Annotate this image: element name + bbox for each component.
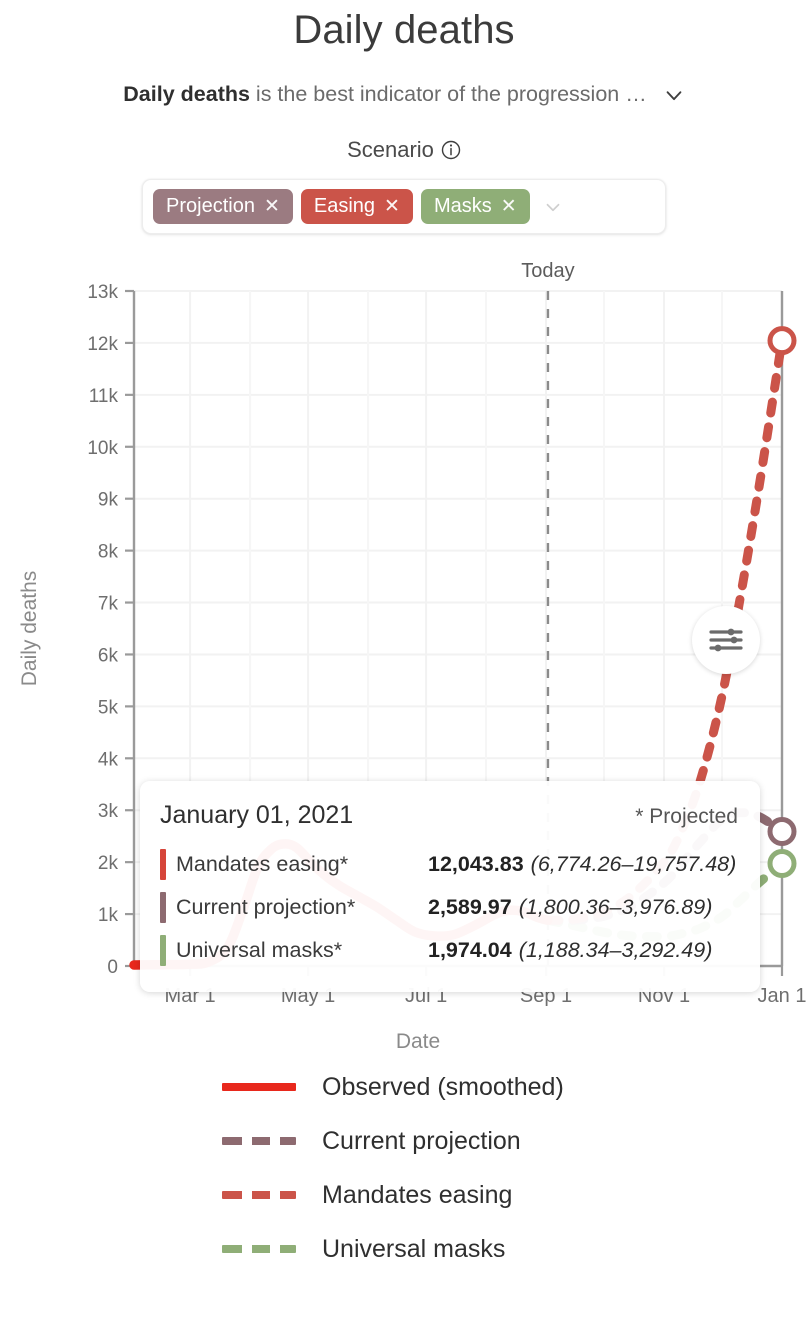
legend-key-observed	[222, 1083, 296, 1091]
svg-text:7k: 7k	[98, 594, 119, 615]
scenario-chip-group[interactable]: Projection ✕ Easing ✕ Masks ✕	[142, 179, 666, 234]
tooltip-series-value: 2,589.97	[428, 895, 512, 919]
svg-text:Daily deaths: Daily deaths	[18, 571, 41, 687]
tooltip-series-value: 1,974.04	[428, 938, 512, 962]
svg-text:6k: 6k	[98, 645, 119, 666]
legend-item-observed[interactable]: Observed (smoothed)	[222, 1060, 564, 1114]
legend-label: Universal masks	[322, 1234, 506, 1263]
tooltip-date: January 01, 2021	[160, 801, 354, 829]
tooltip-projected-note: * Projected	[635, 805, 738, 828]
legend-label: Observed (smoothed)	[322, 1072, 564, 1101]
tooltip-series-name: Mandates easing*	[176, 852, 349, 876]
tooltip-series-value: 12,043.83	[428, 852, 524, 876]
legend-key-current-projection	[222, 1137, 296, 1145]
legend-item-mandates-easing[interactable]: Mandates easing	[222, 1168, 512, 1222]
chart-legend: Observed (smoothed) Current projection M…	[0, 1060, 808, 1276]
tooltip-row: Mandates easing* 12,043.83 (6,774.26–19,…	[160, 843, 738, 886]
info-circle-icon[interactable]	[441, 140, 461, 160]
scenario-dropdown-caret-icon[interactable]	[542, 196, 564, 218]
scenario-label: Scenario	[347, 137, 434, 162]
tooltip-swatch	[160, 849, 166, 880]
chart-settings-button[interactable]	[692, 606, 760, 674]
legend-key-universal-masks	[222, 1245, 296, 1253]
legend-item-current-projection[interactable]: Current projection	[222, 1114, 521, 1168]
legend-label: Current projection	[322, 1126, 521, 1155]
tooltip-rows: Mandates easing* 12,043.83 (6,774.26–19,…	[160, 843, 738, 972]
sliders-icon	[709, 628, 743, 652]
tooltip-swatch	[160, 892, 166, 923]
svg-text:9k: 9k	[98, 490, 119, 511]
scenario-chip-projection-label: Projection	[166, 195, 255, 217]
svg-text:4k: 4k	[98, 749, 119, 770]
scenario-chip-masks[interactable]: Masks ✕	[420, 189, 530, 224]
svg-text:11k: 11k	[89, 386, 119, 407]
tooltip-swatch	[160, 935, 166, 966]
svg-text:0: 0	[107, 957, 118, 978]
svg-text:8k: 8k	[98, 542, 119, 563]
svg-text:3k: 3k	[98, 801, 119, 822]
svg-text:Date: Date	[396, 1030, 440, 1048]
scenario-label-row: Scenario	[0, 137, 808, 163]
scenario-chip-projection-remove-icon[interactable]: ✕	[264, 197, 280, 216]
tooltip-row: Current projection* 2,589.97 (1,800.36–3…	[160, 886, 738, 929]
subtitle-row: Daily deaths is the best indicator of th…	[0, 82, 808, 107]
chevron-down-icon[interactable]	[663, 84, 685, 106]
subtitle-bold: Daily deaths	[123, 82, 250, 106]
tooltip-series-name: Universal masks*	[176, 938, 343, 962]
tooltip-series-ci: (6,774.26–19,757.48)	[530, 852, 737, 876]
daily-deaths-panel: Daily deaths Daily deaths is the best in…	[0, 0, 808, 1322]
page-title: Daily deaths	[293, 8, 515, 52]
scenario-chip-masks-remove-icon[interactable]: ✕	[501, 197, 517, 216]
tooltip-series-ci: (1,800.36–3,976.89)	[518, 895, 713, 919]
scenario-chip-projection[interactable]: Projection ✕	[153, 189, 293, 224]
svg-text:5k: 5k	[98, 697, 119, 718]
tooltip-row: Universal masks* 1,974.04 (1,188.34–3,29…	[160, 929, 738, 972]
scenario-chip-masks-label: Masks	[433, 195, 492, 217]
scenario-chip-easing-remove-icon[interactable]: ✕	[384, 197, 400, 216]
subtitle-text: Daily deaths is the best indicator of th…	[123, 82, 646, 107]
tooltip-series-name: Current projection*	[176, 895, 356, 919]
chart-tooltip: January 01, 2021 * Projected Mandates ea…	[140, 781, 760, 992]
legend-key-mandates-easing	[222, 1191, 296, 1199]
legend-item-universal-masks[interactable]: Universal masks	[222, 1222, 505, 1276]
tooltip-series-ci: (1,188.34–3,292.49)	[518, 938, 713, 962]
svg-text:12k: 12k	[87, 334, 118, 355]
scenario-chip-easing-label: Easing	[313, 195, 376, 217]
svg-text:10k: 10k	[87, 438, 118, 459]
tooltip-header: January 01, 2021 * Projected	[160, 801, 738, 830]
svg-text:Today: Today	[521, 260, 574, 282]
svg-text:Jan 1: Jan 1	[758, 985, 807, 1007]
scenario-chip-easing[interactable]: Easing ✕	[300, 189, 413, 224]
svg-text:13k: 13k	[87, 282, 118, 303]
subtitle-rest: is the best indicator of the progression…	[249, 82, 647, 106]
svg-text:2k: 2k	[98, 853, 119, 874]
chart-area: 0 1k 2k 3k 4k 5k 6k 7k 8k 9k 10k 11k 12k 13k Mar 1 May …	[0, 248, 808, 1048]
svg-text:1k: 1k	[98, 905, 119, 926]
legend-label: Mandates easing	[322, 1180, 513, 1209]
